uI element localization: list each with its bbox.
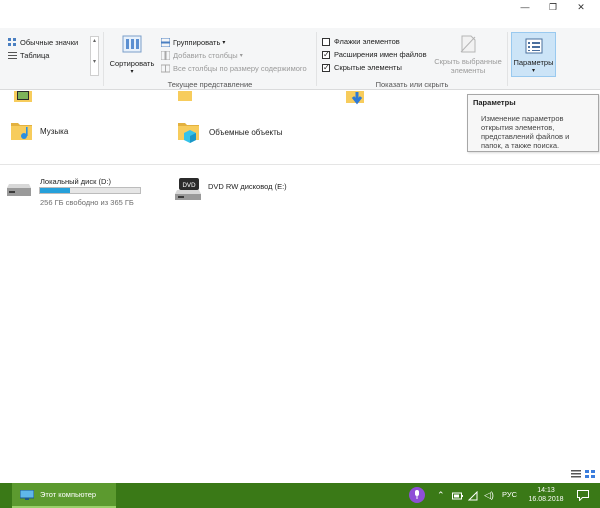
- hidden-items-checkbox[interactable]: ✓: [322, 63, 330, 72]
- sort-dropdown-icon: ▾: [130, 69, 134, 75]
- folder-item-music[interactable]: Музыка: [10, 120, 68, 142]
- group-separator: [103, 32, 104, 86]
- ribbon-view-tab: Обычные значки Таблица ▴ ▾ Сортировать ▾…: [0, 28, 600, 90]
- hard-drive-icon: [7, 184, 31, 196]
- folder-label: Объемные объекты: [209, 127, 283, 137]
- options-icon: [525, 38, 542, 54]
- group-by-label: Группировать: [173, 38, 221, 47]
- title-bar: — ❐ ✕: [0, 0, 600, 14]
- wifi-icon[interactable]: [468, 491, 478, 501]
- options-label: Параметры: [513, 58, 554, 67]
- drive-name: Локальный диск (D:): [40, 177, 111, 186]
- hide-selected-icon: [460, 35, 476, 53]
- sort-button[interactable]: Сортировать ▾: [108, 34, 156, 75]
- add-columns-dropdown-icon: ▾: [239, 53, 243, 59]
- show-hidden-icons-icon[interactable]: ⌃: [437, 490, 445, 501]
- clock-time: 14:13: [537, 487, 555, 494]
- sort-icon: [122, 35, 142, 53]
- large-icons-view-icon[interactable]: [585, 470, 595, 478]
- large-icons-option[interactable]: Обычные значки: [8, 37, 78, 48]
- current-view-group-label: Текущее представление: [167, 80, 253, 89]
- battery-icon[interactable]: [452, 491, 464, 501]
- group-by-dropdown-icon: ▾: [222, 40, 226, 46]
- item-checkboxes-option[interactable]: Флажки элементов: [322, 36, 400, 47]
- details-list-icon: [8, 52, 17, 59]
- minimize-button[interactable]: —: [512, 0, 538, 14]
- drive-free-space: 256 ГБ свободно из 365 ГБ: [40, 198, 134, 207]
- file-extensions-option[interactable]: ✓ Расширения имен файлов: [322, 49, 427, 60]
- fit-columns-label: Все столбцы по размеру содержимого: [173, 64, 307, 73]
- add-columns-label: Добавить столбцы: [173, 51, 238, 60]
- options-button[interactable]: Параметры ▾: [511, 32, 556, 77]
- volume-icon[interactable]: ◁): [484, 490, 494, 501]
- file-extensions-label: Расширения имен файлов: [334, 50, 427, 59]
- hidden-items-option[interactable]: ✓ Скрытые элементы: [322, 62, 402, 73]
- show-hide-group-label: Показать или скрыть: [375, 80, 449, 89]
- close-button[interactable]: ✕: [568, 0, 594, 14]
- tooltip-title: Параметры: [473, 98, 516, 107]
- scroll-up-icon: ▴: [92, 38, 96, 44]
- tooltip-text: Изменение параметров открытия элементов,…: [481, 114, 570, 150]
- table-label: Таблица: [20, 51, 50, 60]
- add-columns-button[interactable]: Добавить столбцы ▾: [161, 50, 243, 61]
- hide-selected-button[interactable]: Скрыть выбранные элементы: [430, 34, 506, 75]
- group-by-icon: [161, 38, 170, 47]
- clock-date: 16.08.2018: [528, 496, 564, 503]
- 3d-objects-folder-icon: [178, 123, 199, 143]
- hide-selected-label: Скрыть выбранные элементы: [434, 57, 502, 75]
- group-by-button[interactable]: Группировать ▾: [161, 37, 225, 48]
- taskbar: Этот компьютер ⌃ ◁) РУС 14:13 16.08.2018: [0, 483, 600, 508]
- voice-assistant-icon[interactable]: [409, 487, 425, 503]
- downloads-folder-icon[interactable]: [346, 91, 370, 107]
- section-divider: [0, 164, 600, 165]
- scroll-more-icon: ▾: [92, 59, 96, 65]
- drive-item-d[interactable]: Локальный диск (D:) 256 ГБ свободно из 3…: [0, 172, 150, 208]
- group-separator: [507, 32, 508, 86]
- drive-usage-fill: [40, 188, 70, 193]
- fit-columns-button[interactable]: Все столбцы по размеру содержимого: [161, 63, 307, 74]
- table-option[interactable]: Таблица: [8, 50, 49, 61]
- details-view-icon[interactable]: [571, 470, 581, 478]
- music-folder-icon: [11, 123, 32, 140]
- fit-columns-icon: [161, 64, 170, 73]
- item-checkboxes-checkbox[interactable]: [322, 37, 330, 46]
- drive-item-e[interactable]: DVD DVD RW дисковод (E:): [170, 172, 320, 208]
- large-icons-icon: [8, 38, 16, 46]
- language-indicator[interactable]: РУС: [502, 490, 517, 499]
- hidden-items-label: Скрытые элементы: [334, 63, 402, 72]
- folder-label: Музыка: [40, 126, 69, 136]
- computer-icon: [20, 489, 34, 500]
- sort-label: Сортировать: [109, 59, 155, 68]
- drive-name: DVD RW дисковод (E:): [208, 182, 287, 191]
- videos-folder-icon[interactable]: [12, 91, 36, 103]
- layout-scroll[interactable]: ▴ ▾: [90, 36, 99, 76]
- maximize-button[interactable]: ❐: [540, 0, 566, 14]
- file-extensions-checkbox[interactable]: ✓: [322, 50, 330, 59]
- notifications-icon[interactable]: [577, 490, 589, 501]
- large-icons-label: Обычные значки: [20, 38, 79, 47]
- add-columns-icon: [161, 51, 170, 60]
- folder-item-3d-objects[interactable]: Объемные объекты: [177, 120, 283, 144]
- taskbar-this-pc-button[interactable]: Этот компьютер: [12, 483, 116, 508]
- svg-text:DVD: DVD: [182, 182, 196, 189]
- drive-usage-bar: [39, 187, 141, 194]
- item-checkboxes-label: Флажки элементов: [334, 37, 400, 46]
- options-dropdown-icon: ▾: [531, 68, 535, 74]
- group-separator: [316, 32, 317, 86]
- taskbar-window-title: Этот компьютер: [40, 490, 97, 499]
- folder-icon[interactable]: [178, 91, 192, 101]
- options-tooltip: Параметры Изменение параметров открытия …: [467, 94, 599, 152]
- taskbar-clock[interactable]: 14:13 16.08.2018: [526, 486, 566, 504]
- dvd-drive-icon: DVD: [175, 178, 201, 200]
